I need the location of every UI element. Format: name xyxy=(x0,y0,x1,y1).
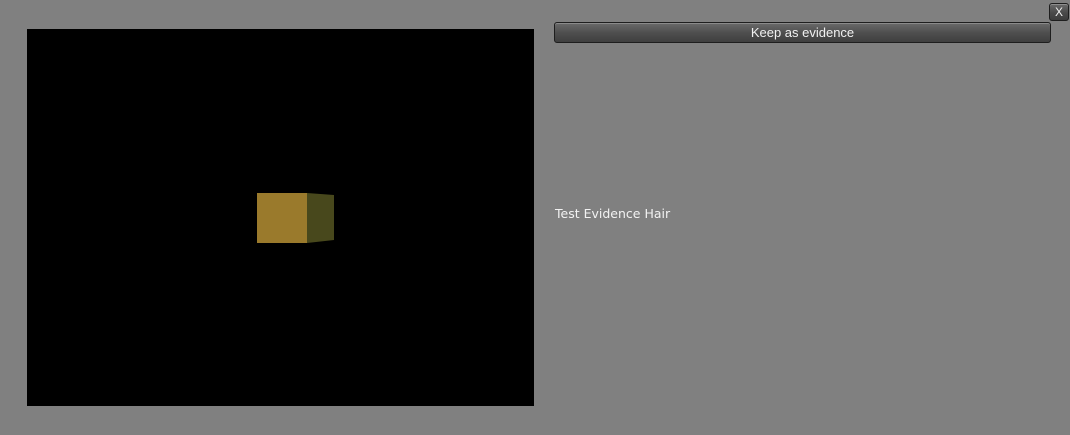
evidence-name-label: Test Evidence Hair xyxy=(555,206,671,221)
cube-front-face xyxy=(257,193,307,243)
close-button[interactable]: X xyxy=(1049,3,1069,21)
evidence-model-cube xyxy=(257,193,334,243)
cube-side-face xyxy=(307,193,334,243)
keep-as-evidence-button[interactable]: Keep as evidence xyxy=(554,22,1051,43)
evidence-3d-viewer[interactable] xyxy=(27,29,534,406)
